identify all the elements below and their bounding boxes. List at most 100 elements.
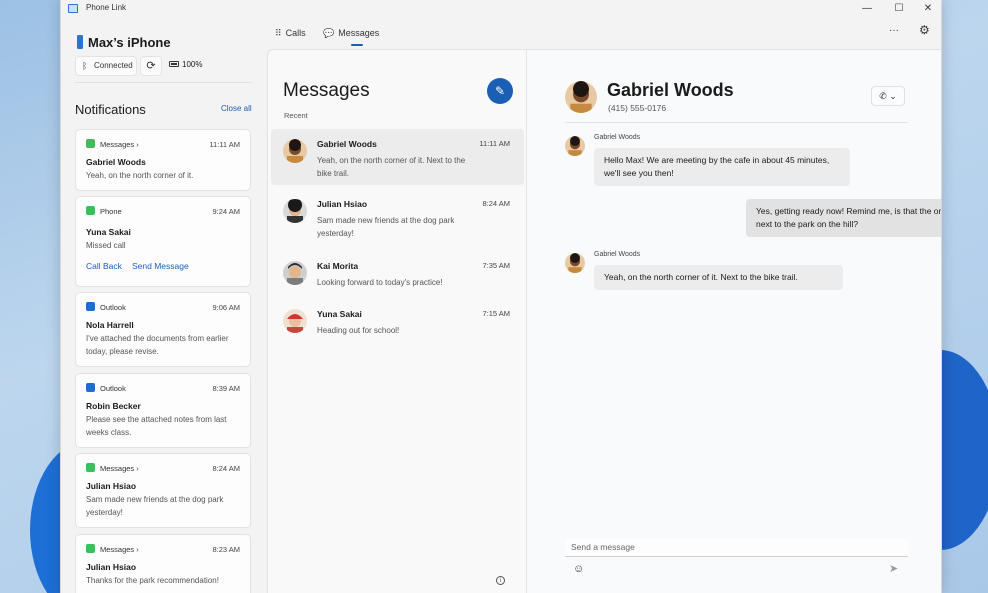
contact-name: Gabriel Woods: [607, 80, 734, 100]
minimize-button[interactable]: —: [851, 1, 883, 16]
notification-card[interactable]: Messages › 11:11 AM Gabriel Woods Yeah, …: [75, 129, 251, 191]
device-name: Max’s iPhone: [88, 35, 171, 50]
notification-time: 8:24 AM: [212, 464, 240, 473]
send-message-button[interactable]: Send Message: [132, 261, 189, 271]
conversation-name: Julian Hsiao: [317, 199, 368, 209]
conversation-item[interactable]: Yuna Sakai 7:15 AM Heading out for schoo…: [271, 299, 524, 355]
conversation-preview: Heading out for school!: [317, 326, 400, 335]
notification-sender: Nola Harrell: [86, 320, 134, 330]
call-back-button[interactable]: Call Back: [86, 261, 122, 271]
outlook-app-icon: [86, 383, 95, 392]
connection-status[interactable]: ᛒ Connected: [75, 56, 137, 76]
avatar: [283, 309, 307, 333]
active-tab-indicator: [351, 44, 363, 46]
notification-sender: Yuna Sakai: [86, 227, 131, 237]
gear-icon[interactable]: ⚙: [919, 23, 930, 37]
phone-link-window: Phone Link — ☐ ✕ Max’s iPhone ᛒ Connecte…: [60, 0, 942, 593]
tab-calls[interactable]: ⠿ Calls: [275, 28, 306, 39]
message-sender: Gabriel Woods: [594, 134, 641, 141]
conversation-item[interactable]: Gabriel Woods 11:11 AM Yeah, on the nort…: [271, 129, 524, 185]
notification-app: Outlook: [86, 383, 126, 393]
left-pane: Max’s iPhone ᛒ Connected ⟳ 100% Notifica…: [61, 18, 266, 593]
battery-icon: [169, 61, 179, 67]
notification-app-label: Messages: [100, 464, 135, 473]
call-button[interactable]: ✆ ⌄: [871, 86, 905, 106]
bluetooth-icon: ᛒ: [82, 61, 88, 71]
incoming-message: Yeah, on the north corner of it. Next to…: [594, 265, 843, 290]
more-options-button[interactable]: ···: [889, 25, 899, 36]
notification-app: Messages ›: [86, 544, 139, 554]
notification-card[interactable]: Outlook 8:39 AM Robin Becker Please see …: [75, 373, 251, 448]
conversation-preview: Looking forward to today's practice!: [317, 278, 443, 287]
conversation-list-pane: Messages ✎ Recent Gabriel Woods 11:11 AM…: [267, 49, 526, 593]
conversation-time: 7:15 AM: [482, 309, 510, 318]
dialpad-icon: ⠿: [275, 28, 282, 38]
conversation-time: 11:11 AM: [479, 139, 510, 148]
chat-icon: 💬: [323, 28, 335, 38]
notification-card[interactable]: Messages › 8:23 AM Julian Hsiao Thanks f…: [75, 534, 251, 593]
sync-button[interactable]: ⟳: [140, 56, 162, 76]
notification-sender: Julian Hsiao: [86, 481, 137, 491]
notification-time: 8:23 AM: [212, 545, 240, 554]
tab-messages-label: Messages: [338, 28, 380, 38]
avatar: [283, 261, 307, 285]
close-all-link[interactable]: Close all: [221, 104, 252, 113]
notification-sender: Julian Hsiao: [86, 562, 137, 572]
chevron-right-icon: ›: [136, 545, 139, 554]
notification-sender: Gabriel Woods: [86, 157, 146, 167]
conversation-item[interactable]: Julian Hsiao 8:24 AM Sam made new friend…: [271, 189, 524, 245]
conversation-name: Yuna Sakai: [317, 309, 362, 319]
notification-time: 8:39 AM: [212, 384, 240, 393]
conversation-preview: Sam made new friends at the dog park yes…: [317, 216, 455, 238]
conversation-name: Kai Morita: [317, 261, 359, 271]
messages-app-icon: [86, 463, 95, 472]
notification-text: I've attached the documents from earlier…: [86, 334, 229, 356]
chevron-right-icon: ›: [136, 464, 139, 473]
battery-level: 100%: [182, 60, 203, 69]
message-input[interactable]: Send a message: [565, 539, 908, 557]
chevron-right-icon: ›: [136, 140, 139, 149]
new-message-button[interactable]: ✎: [487, 78, 513, 104]
info-icon[interactable]: i: [496, 576, 505, 585]
send-icon[interactable]: ➤: [889, 562, 898, 575]
messages-title: Messages: [283, 80, 370, 101]
notification-text: Thanks for the park recommendation!: [86, 576, 219, 585]
message-sender: Gabriel Woods: [594, 251, 641, 258]
notification-card[interactable]: Phone 9:24 AM Yuna Sakai Missed call Cal…: [75, 196, 251, 287]
divider: [565, 122, 908, 123]
notification-app: Outlook: [86, 302, 126, 312]
notification-card[interactable]: Messages › 8:24 AM Julian Hsiao Sam made…: [75, 453, 251, 528]
notification-card[interactable]: Outlook 9:06 AM Nola Harrell I've attach…: [75, 292, 251, 367]
tab-messages[interactable]: 💬 Messages: [323, 28, 379, 39]
avatar: [283, 139, 307, 163]
contact-phone-number: (415) 555-0176: [608, 103, 667, 113]
conversation-time: 7:35 AM: [482, 261, 510, 270]
phone-app-icon: [86, 206, 95, 215]
emoji-icon[interactable]: ☺: [573, 563, 584, 575]
chevron-down-icon: ⌄: [889, 91, 897, 101]
avatar: [283, 199, 307, 223]
close-button[interactable]: ✕: [912, 1, 941, 16]
maximize-button[interactable]: ☐: [883, 1, 915, 16]
connection-status-label: Connected: [94, 61, 133, 70]
battery-status: 100%: [169, 60, 202, 69]
messages-app-icon: [86, 139, 95, 148]
phone-icon: ✆: [879, 91, 887, 101]
contact-avatar: [565, 81, 597, 113]
title-bar: Phone Link — ☐ ✕: [61, 0, 941, 18]
notification-app: Messages ›: [86, 463, 139, 473]
phone-device-icon: [77, 35, 83, 49]
notification-app: Messages ›: [86, 139, 139, 149]
sync-icon: ⟳: [146, 60, 156, 72]
window-title: Phone Link: [86, 3, 127, 12]
notification-app-label: Outlook: [100, 384, 126, 393]
notification-text: Please see the attached notes from last …: [86, 415, 227, 437]
notification-time: 9:24 AM: [212, 207, 240, 216]
outgoing-message: Yes, getting ready now! Remind me, is th…: [746, 199, 941, 237]
top-tabs: ⠿ Calls 💬 Messages: [266, 18, 941, 48]
recent-section-label: Recent: [284, 111, 308, 120]
conversation-preview: Yeah, on the north corner of it. Next to…: [317, 156, 466, 178]
notification-app: Phone: [86, 206, 122, 216]
notification-app-label: Messages: [100, 545, 135, 554]
outlook-app-icon: [86, 302, 95, 311]
